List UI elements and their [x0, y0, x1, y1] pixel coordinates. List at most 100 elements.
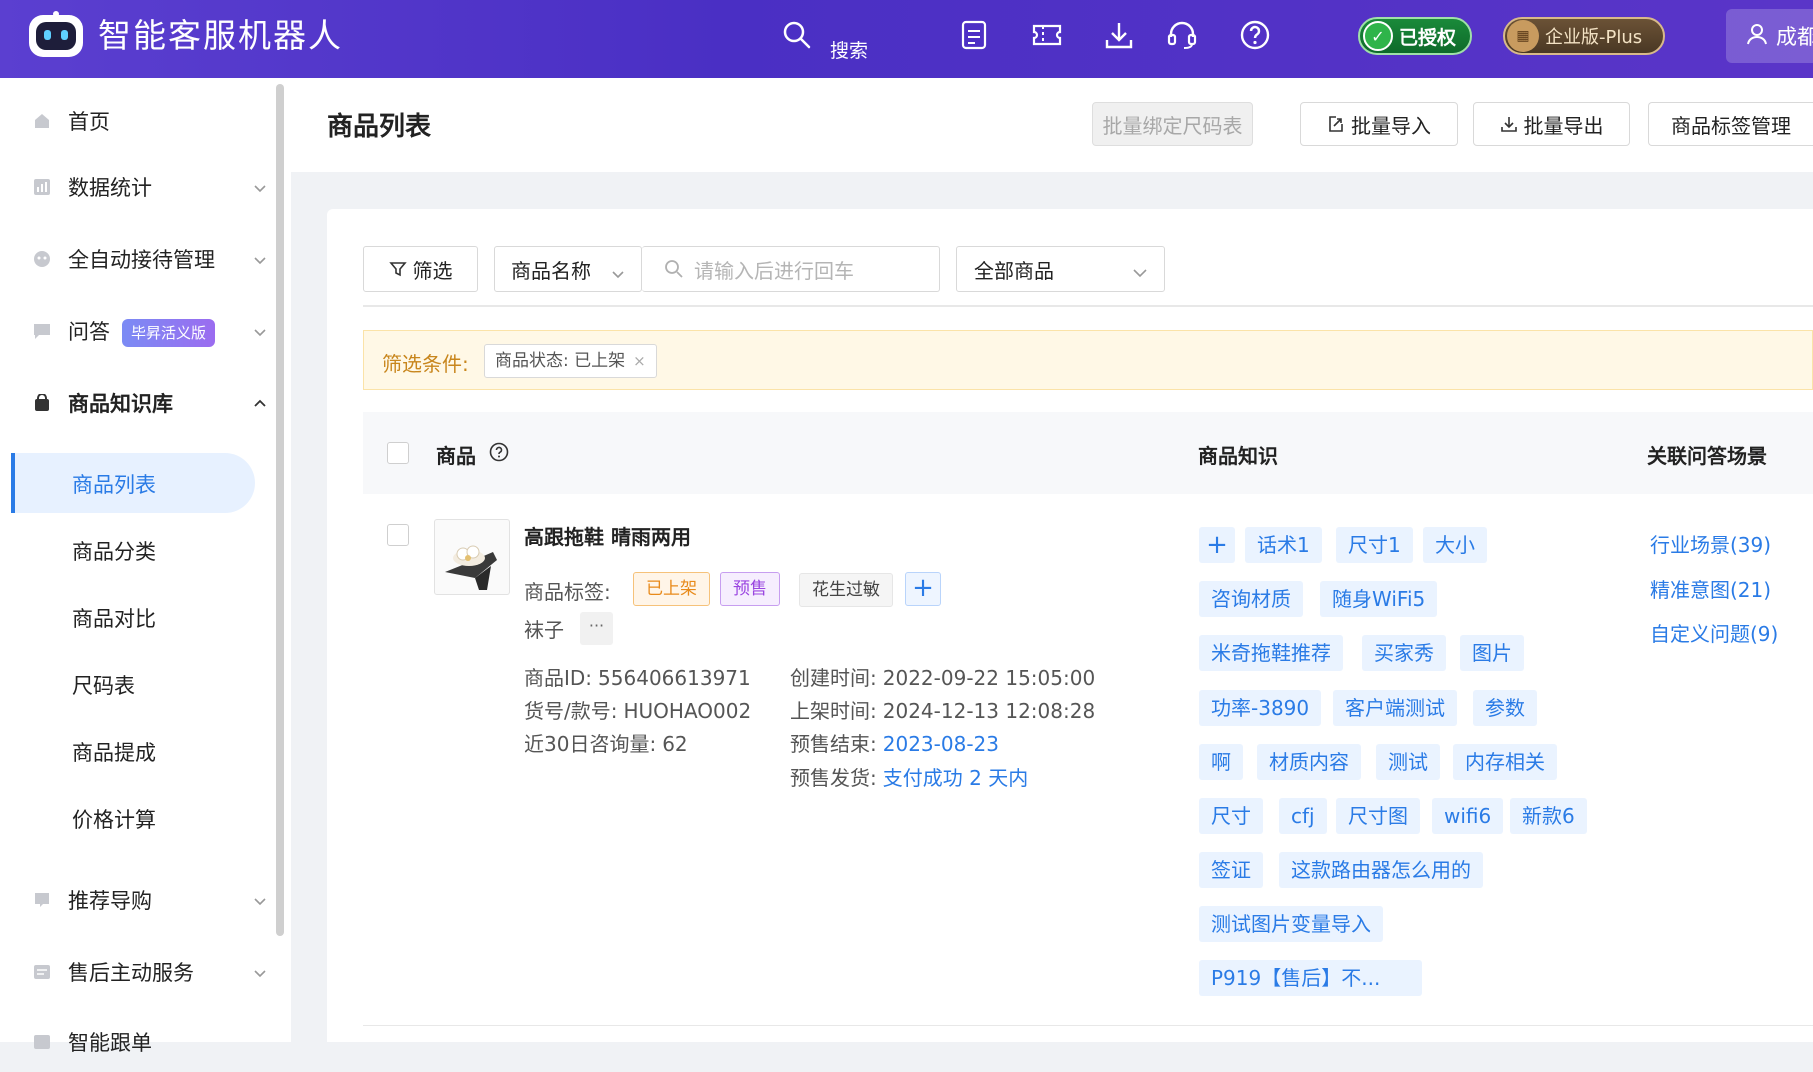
- sidebar-item-qa[interactable]: 问答 毕昇活义版: [0, 301, 276, 361]
- chart-icon: [32, 177, 52, 197]
- headset-icon[interactable]: [1165, 18, 1199, 52]
- knowledge-chip[interactable]: 这款路由器怎么用的: [1279, 852, 1483, 888]
- sidebar-item-recommend[interactable]: 推荐导购: [0, 870, 276, 930]
- sidebar-item-home[interactable]: 首页: [0, 91, 276, 151]
- search-label[interactable]: 搜索: [830, 36, 868, 63]
- field-select[interactable]: 商品名称: [494, 246, 642, 292]
- knowledge-chip[interactable]: 啊: [1199, 744, 1243, 780]
- search-icon: [664, 259, 684, 279]
- knowledge-chip[interactable]: 参数: [1473, 690, 1537, 726]
- close-icon[interactable]: ×: [633, 345, 646, 377]
- chat-icon: [32, 321, 52, 341]
- knowledge-chip[interactable]: 测试: [1376, 744, 1440, 780]
- tag-presale: 预售: [720, 572, 780, 606]
- sidebar-subitem-product-list[interactable]: 商品列表: [0, 453, 276, 513]
- sidebar-item-after-sales[interactable]: 售后主动服务: [0, 942, 276, 1002]
- knowledge-chip[interactable]: 尺寸: [1199, 798, 1263, 834]
- download-icon[interactable]: [1102, 18, 1136, 52]
- sidebar-subitem-price-calc[interactable]: 价格计算: [0, 788, 276, 846]
- product-title[interactable]: 高跟拖鞋 晴雨两用: [524, 521, 691, 550]
- service-icon: [32, 962, 52, 982]
- check-icon: ✓: [1363, 21, 1393, 51]
- chevron-down-icon: [253, 893, 267, 907]
- sidebar-item-auto-reception[interactable]: 全自动接待管理: [0, 229, 276, 289]
- add-tag-button[interactable]: +: [905, 572, 941, 606]
- knowledge-chip[interactable]: 买家秀: [1362, 635, 1446, 671]
- scene-link[interactable]: 行业场景(39): [1650, 529, 1771, 558]
- sidebar-subitem-commission[interactable]: 商品提成: [0, 721, 276, 779]
- chevron-up-icon: [253, 396, 267, 410]
- tag-sock: 袜子: [524, 618, 564, 642]
- col-header-knowledge: 商品知识: [1198, 444, 1278, 468]
- knowledge-chip[interactable]: 尺寸图: [1336, 798, 1420, 834]
- building-icon: ▦: [1507, 20, 1539, 52]
- knowledge-chip[interactable]: 尺寸1: [1336, 527, 1413, 563]
- scene-link[interactable]: 精准意图(21): [1650, 574, 1771, 603]
- help-icon[interactable]: [1238, 18, 1272, 52]
- sidebar-subitem-compare[interactable]: 商品对比: [0, 587, 276, 645]
- tag-onshelf: 已上架: [633, 572, 710, 606]
- scope-select[interactable]: 全部商品: [956, 246, 1165, 292]
- robot-icon: [32, 249, 52, 269]
- row-checkbox[interactable]: [387, 524, 409, 546]
- table-header: [363, 412, 1813, 494]
- knowledge-chip[interactable]: 新款6: [1510, 798, 1587, 834]
- product-presale-end: 预售结束: 2023-08-23: [790, 732, 999, 756]
- knowledge-chip[interactable]: cfj: [1279, 798, 1327, 834]
- ticket-icon[interactable]: [1030, 18, 1064, 52]
- recommend-icon: [32, 890, 52, 910]
- product-tags-label: 商品标签:: [524, 580, 611, 604]
- user-icon: [1746, 23, 1768, 49]
- search-icon[interactable]: [780, 18, 814, 52]
- filter-button[interactable]: 筛选: [363, 246, 478, 292]
- knowledge-chip[interactable]: 测试图片变量导入: [1199, 906, 1383, 942]
- knowledge-chip[interactable]: 内存相关: [1453, 744, 1557, 780]
- knowledge-chip[interactable]: 话术1: [1245, 527, 1322, 563]
- sidebar-subitem-category[interactable]: 商品分类: [0, 520, 276, 578]
- add-knowledge-button[interactable]: +: [1199, 527, 1235, 563]
- sidebar-item-product-kb[interactable]: 商品知识库: [0, 373, 276, 433]
- bind-size-chart-button[interactable]: 批量绑定尺码表: [1092, 102, 1253, 146]
- export-button[interactable]: 批量导出: [1473, 102, 1630, 146]
- knowledge-chip[interactable]: P919【售后】不...: [1199, 960, 1422, 996]
- sidebar-scrollbar[interactable]: [276, 84, 284, 936]
- sidebar-item-stats[interactable]: 数据统计: [0, 157, 276, 217]
- knowledge-chip[interactable]: 材质内容: [1257, 744, 1361, 780]
- search-input[interactable]: 请输入后进行回车: [642, 246, 940, 292]
- robot-logo-icon: [27, 11, 85, 59]
- knowledge-chip[interactable]: 米奇拖鞋推荐: [1199, 635, 1343, 671]
- chevron-down-icon: [253, 252, 267, 266]
- filter-condition-chip: 商品状态: 已上架 ×: [484, 344, 657, 378]
- import-button[interactable]: 批量导入: [1300, 102, 1458, 146]
- user-menu-button[interactable]: 成都: [1726, 9, 1813, 63]
- authorized-badge: ✓ 已授权: [1358, 17, 1472, 55]
- task-list-icon[interactable]: [957, 18, 991, 52]
- row-divider: [363, 1025, 1813, 1026]
- knowledge-chip[interactable]: 随身WiFi5: [1320, 581, 1438, 617]
- chevron-down-icon: [1132, 262, 1148, 286]
- knowledge-chip[interactable]: 咨询材质: [1199, 581, 1303, 617]
- qa-version-tag: 毕昇活义版: [122, 319, 216, 347]
- top-header: 智能客服机器人 搜索 ✓ 已授权 ▦ 企业版-Plus 成都: [0, 0, 1813, 78]
- page-title: 商品列表: [327, 112, 432, 142]
- sidebar-subitem-size-chart[interactable]: 尺码表: [0, 654, 276, 712]
- product-thumbnail[interactable]: [434, 519, 510, 595]
- sidebar-item-follow[interactable]: 智能跟单: [0, 1012, 276, 1072]
- knowledge-chip[interactable]: wifi6: [1432, 798, 1504, 834]
- divider: [363, 305, 1813, 307]
- knowledge-chip[interactable]: 客户端测试: [1333, 690, 1457, 726]
- tag-manage-button[interactable]: 商品标签管理: [1648, 102, 1813, 146]
- more-tags-button[interactable]: ···: [580, 612, 613, 645]
- product-created-time: 创建时间: 2022-09-22 15:05:00: [790, 666, 1096, 690]
- knowledge-chip[interactable]: 功率-3890: [1199, 690, 1322, 726]
- select-all-checkbox[interactable]: [387, 442, 409, 464]
- knowledge-chip[interactable]: 图片: [1460, 635, 1524, 671]
- product-presale-ship: 预售发货: 支付成功 2 天内: [790, 766, 1029, 790]
- col-header-product: 商品: [436, 444, 476, 468]
- knowledge-chip[interactable]: 大小: [1423, 527, 1487, 563]
- knowledge-chip[interactable]: 签证: [1199, 852, 1263, 888]
- chevron-down-icon: [253, 324, 267, 338]
- scene-link[interactable]: 自定义问题(9): [1650, 618, 1778, 647]
- product-inquiries: 近30日咨询量: 62: [524, 732, 688, 756]
- help-circle-icon[interactable]: [489, 442, 509, 466]
